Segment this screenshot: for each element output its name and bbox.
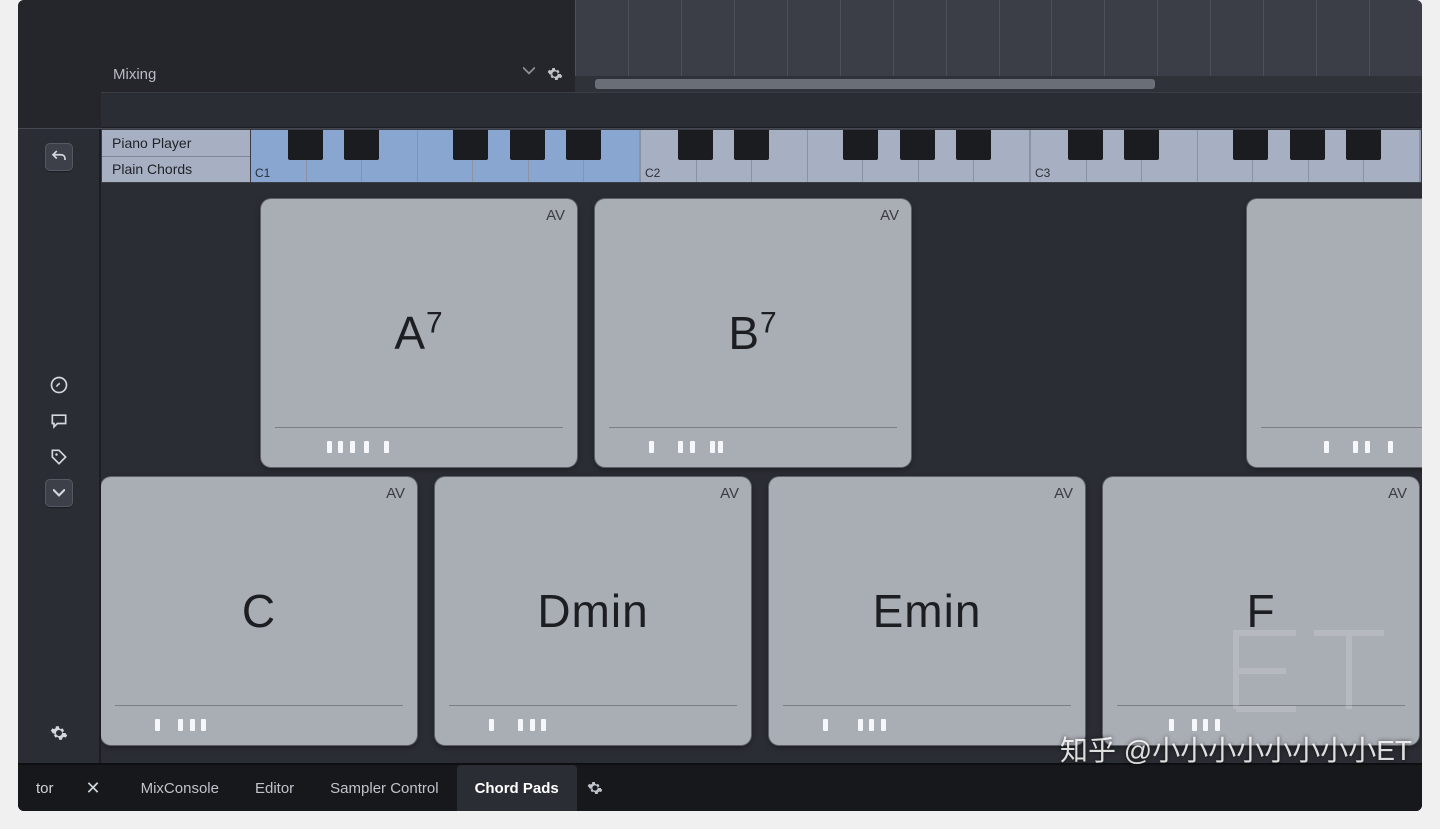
top-left-gutter (18, 0, 101, 128)
instrument-row: Piano Player Plain Chords C1C2C3 (101, 129, 1422, 185)
chat-icon[interactable] (45, 407, 73, 435)
bottom-tab-bar: tor ✕ MixConsoleEditorSampler ControlCho… (18, 763, 1422, 811)
tab-editor[interactable]: Editor (237, 765, 312, 811)
tab-chord-pads[interactable]: Chord Pads (457, 765, 577, 811)
instrument-preset-2[interactable]: Plain Chords (102, 157, 250, 183)
chord-pad[interactable]: AV B7 (595, 199, 911, 467)
chord-name: Dmin (537, 584, 648, 638)
pad-av-label: AV (720, 485, 739, 502)
chord-name: Emin (873, 584, 982, 638)
pad-av-label: AV (386, 485, 405, 502)
pads-viewport: AV A7 AV B7 AV C AV Dmin AV Emin AV F (101, 185, 1422, 763)
tag-icon[interactable] (45, 443, 73, 471)
pad-av-label: AV (1388, 485, 1407, 502)
pad-row-2: AV C AV Dmin AV Emin AV F (101, 477, 1419, 745)
pad-av-label: AV (1054, 485, 1073, 502)
voicing-strip (783, 705, 1071, 731)
undo-button[interactable] (45, 143, 73, 171)
expand-down-button[interactable] (45, 479, 73, 507)
chord-pad[interactable]: AV Emin (769, 477, 1085, 745)
daw-window: Mixing (18, 0, 1422, 811)
top-mid-upper: Mixing (101, 0, 1422, 92)
chord-pad[interactable]: AV C (101, 477, 417, 745)
mini-keyboard[interactable]: C1C2C3 (251, 129, 1422, 183)
top-region: Mixing (18, 0, 1422, 128)
main-region: Piano Player Plain Chords C1C2C3 AV A7 AV B… (18, 128, 1422, 763)
chord-pad[interactable]: AV A7 (261, 199, 577, 467)
pad-av-label: AV (880, 207, 899, 224)
chord-pad[interactable]: AV Dmin (435, 477, 751, 745)
chord-name: C (242, 584, 276, 638)
tabs-holder: MixConsoleEditorSampler ControlChord Pad… (123, 765, 577, 811)
chord-pad[interactable] (1247, 199, 1422, 467)
instrument-preset-1[interactable]: Piano Player (102, 130, 250, 157)
chord-name: A7 (394, 306, 443, 360)
close-icon[interactable]: ✕ (86, 778, 101, 799)
chord-name: F (1246, 584, 1275, 638)
voicing-strip (609, 427, 897, 453)
pad-row-1: AV A7 AV B7 (261, 199, 1422, 467)
mixing-label[interactable]: Mixing (113, 66, 523, 83)
voicing-strip (275, 427, 563, 453)
voicing-strip (449, 705, 737, 731)
timeline-scrollbar[interactable] (575, 76, 1422, 92)
instrument-preset-1-label: Piano Player (112, 135, 191, 151)
timeline-panel[interactable] (575, 0, 1422, 92)
tab-sampler-control[interactable]: Sampler Control (312, 765, 456, 811)
settings-gear-icon[interactable] (45, 719, 73, 747)
gear-icon[interactable] (547, 66, 563, 82)
scroll-thumb[interactable] (595, 79, 1155, 89)
instrument-preset-2-label: Plain Chords (112, 161, 192, 177)
top-mid: Mixing (101, 0, 1422, 128)
pad-av-label: AV (546, 207, 565, 224)
left-gutter (18, 129, 101, 763)
partial-tab-left[interactable]: tor (26, 780, 64, 797)
chord-name: B7 (728, 306, 777, 360)
voicing-strip (115, 705, 403, 731)
voicing-strip (1261, 427, 1422, 453)
tab-gear-icon[interactable] (587, 780, 603, 796)
chevron-down-icon[interactable] (523, 67, 537, 81)
chord-area: Piano Player Plain Chords C1C2C3 AV A7 AV B… (101, 129, 1422, 763)
mixing-panel: Mixing (101, 0, 575, 92)
instrument-selectors: Piano Player Plain Chords (101, 129, 251, 183)
chord-pad[interactable]: AV F (1103, 477, 1419, 745)
tab-mixconsole[interactable]: MixConsole (123, 765, 237, 811)
mixing-selector-row: Mixing (101, 56, 575, 92)
top-divider (101, 92, 1422, 128)
voicing-strip (1117, 705, 1405, 731)
edit-icon[interactable] (45, 371, 73, 399)
